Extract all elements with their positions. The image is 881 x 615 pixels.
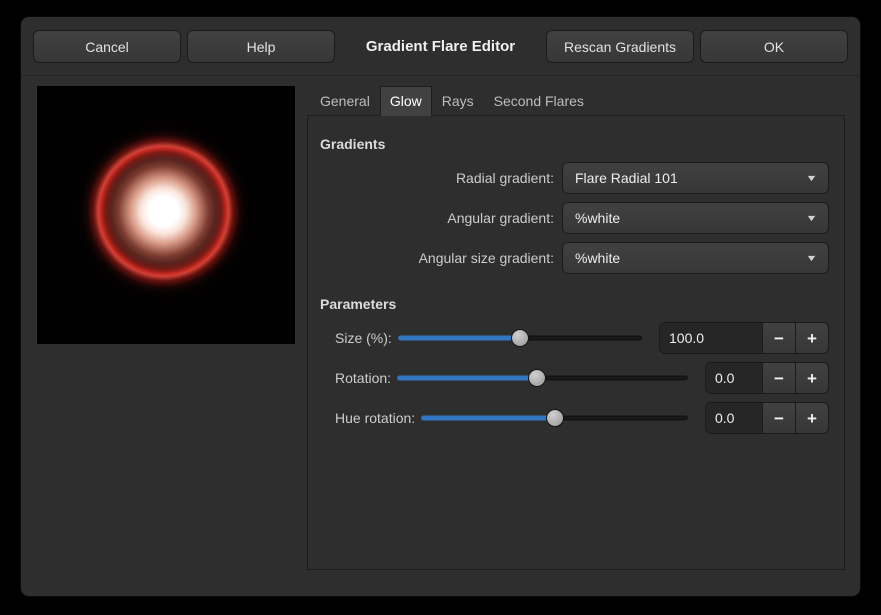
- slider-fill: [398, 336, 520, 341]
- hue-rotation-slider[interactable]: [421, 402, 688, 434]
- hue-rotation-row: Hue rotation: − +: [320, 402, 829, 434]
- hue-rotation-decrement-button[interactable]: −: [762, 402, 796, 434]
- radial-gradient-row: Radial gradient: Flare Radial 101 ▼: [320, 162, 829, 194]
- tab-second-flares[interactable]: Second Flares: [484, 86, 594, 116]
- cancel-button[interactable]: Cancel: [33, 30, 181, 63]
- hue-rotation-increment-button[interactable]: +: [795, 402, 829, 434]
- slider-handle[interactable]: [528, 369, 546, 387]
- tab-bar: General Glow Rays Second Flares: [307, 86, 845, 116]
- flare-image: [37, 86, 295, 344]
- size-label: Size (%):: [335, 330, 392, 346]
- size-input[interactable]: [659, 322, 763, 354]
- dialog-body: General Glow Rays Second Flares Gradient…: [21, 76, 860, 596]
- angular-size-gradient-label: Angular size gradient:: [320, 250, 562, 266]
- radial-gradient-dropdown[interactable]: Flare Radial 101 ▼: [562, 162, 829, 194]
- hue-rotation-label: Hue rotation:: [335, 410, 415, 426]
- gradients-heading: Gradients: [320, 136, 829, 152]
- angular-gradient-row: Angular gradient: %white ▼: [320, 202, 829, 234]
- slider-handle[interactable]: [546, 409, 564, 427]
- tab-glow[interactable]: Glow: [380, 86, 432, 116]
- angular-size-gradient-dropdown[interactable]: %white ▼: [562, 242, 829, 274]
- chevron-down-icon: ▼: [805, 173, 817, 183]
- angular-gradient-label: Angular gradient:: [320, 210, 562, 226]
- dialog-title: Gradient Flare Editor: [341, 38, 540, 55]
- rotation-label: Rotation:: [335, 370, 391, 386]
- ok-button[interactable]: OK: [700, 30, 848, 63]
- rotation-decrement-button[interactable]: −: [762, 362, 796, 394]
- dropdown-selected-value: %white: [575, 250, 807, 266]
- slider-handle[interactable]: [511, 329, 529, 347]
- size-row: Size (%): − +: [320, 322, 829, 354]
- parameters-heading: Parameters: [320, 296, 829, 312]
- angular-gradient-dropdown[interactable]: %white ▼: [562, 202, 829, 234]
- rotation-slider[interactable]: [397, 362, 688, 394]
- gradient-flare-editor-window: Cancel Help Gradient Flare Editor Rescan…: [20, 16, 861, 597]
- dropdown-selected-value: %white: [575, 210, 807, 226]
- rotation-increment-button[interactable]: +: [795, 362, 829, 394]
- glow-tab-content: Gradients Radial gradient: Flare Radial …: [307, 116, 845, 570]
- size-slider[interactable]: [398, 322, 642, 354]
- chevron-down-icon: ▼: [805, 253, 817, 263]
- slider-fill: [421, 416, 554, 421]
- size-decrement-button[interactable]: −: [762, 322, 796, 354]
- header-bar: Cancel Help Gradient Flare Editor Rescan…: [21, 17, 860, 76]
- size-increment-button[interactable]: +: [795, 322, 829, 354]
- hue-rotation-input[interactable]: [705, 402, 763, 434]
- rotation-input[interactable]: [705, 362, 763, 394]
- chevron-down-icon: ▼: [805, 213, 817, 223]
- rotation-row: Rotation: − +: [320, 362, 829, 394]
- rescan-gradients-button[interactable]: Rescan Gradients: [546, 30, 694, 63]
- help-button[interactable]: Help: [187, 30, 335, 63]
- dropdown-selected-value: Flare Radial 101: [575, 170, 807, 186]
- slider-fill: [397, 376, 537, 381]
- notebook-panel: General Glow Rays Second Flares Gradient…: [307, 86, 845, 570]
- tab-general[interactable]: General: [310, 86, 380, 116]
- angular-size-gradient-row: Angular size gradient: %white ▼: [320, 242, 829, 274]
- radial-gradient-label: Radial gradient:: [320, 170, 562, 186]
- tab-rays[interactable]: Rays: [432, 86, 484, 116]
- flare-preview: [37, 86, 295, 344]
